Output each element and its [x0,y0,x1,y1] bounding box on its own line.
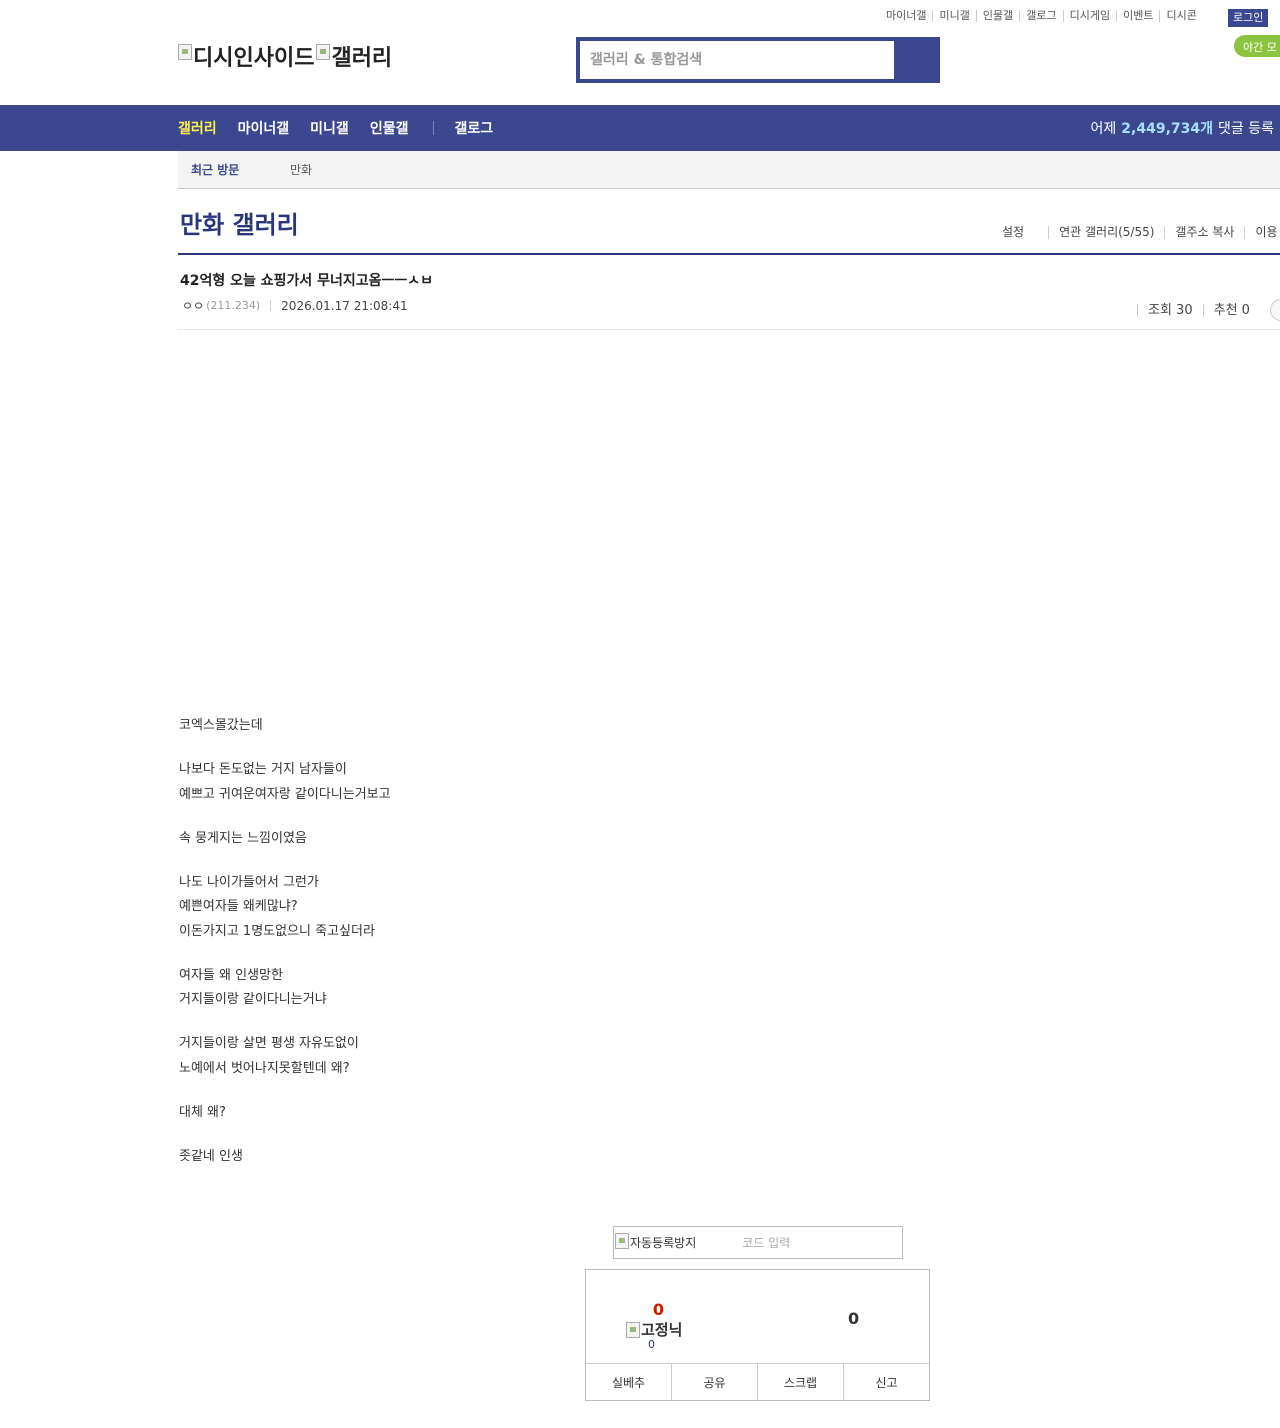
captcha-image-alt: 자동등록방지 [630,1236,697,1250]
post-title: 42억형 오늘 쇼핑가서 무너지고옴ㅡㅡㅅㅂ [180,273,434,289]
night-mode-toggle[interactable]: 야간 모 [1234,35,1280,57]
broken-image-icon [178,44,192,60]
recommend-box: 0 고정닉 0 0 실베추 공유 스크랩 신고 [585,1269,930,1401]
top-link-event[interactable]: 이벤트 [1117,10,1161,22]
post-line: 노예에서 벗어나지못할텐데 왜? [179,1060,350,1076]
best-recommend-button[interactable]: 실베추 [586,1364,672,1400]
site-logo[interactable]: 디시인사이드 갤러리 [178,40,392,72]
nav-gallery[interactable]: 갤러리 [178,118,217,138]
recent-visit-item[interactable]: 만화 [290,161,312,178]
post-options-button[interactable] [1269,299,1280,321]
broken-image-icon [626,1321,640,1338]
nav-divider [433,121,435,135]
gallery-menu: 설정 연관 갤러리(5/55) 갤주소 복사 이용 [1000,226,1280,239]
comment-stat-suffix: 댓글 등록 [1218,121,1274,137]
nav-person-gallery[interactable]: 인물갤 [370,118,409,138]
post-paragraph: 나보다 돈도없는 거지 남자들이 예쁘고 귀여운여자랑 같이다니는거보고 [179,758,391,807]
search-button[interactable] [894,41,936,79]
post-paragraph: 좃같네 인생 [179,1145,391,1170]
report-button[interactable]: 신고 [844,1364,929,1400]
top-link-mini-gallery[interactable]: 미니갤 [933,10,977,22]
post-paragraph: 코엑스몰갔는데 [179,714,391,739]
gallery-settings-link[interactable]: 설정 [1000,226,1048,239]
post-line: 속 뭉게지는 느낌이였음 [179,830,307,846]
captcha-image[interactable]: 자동등록방지 [615,1232,697,1251]
post-author[interactable]: ㅇㅇ [182,297,204,314]
fixed-nick-recommend-button[interactable]: 고정닉 [626,1319,682,1340]
meta-divider [270,300,272,311]
title-divider [178,253,1280,255]
copy-gallery-url-link[interactable]: 갤주소 복사 [1164,226,1244,239]
comment-stat-count: 2,449,734개 [1121,121,1214,137]
post-recommends: 추천 0 [1202,303,1260,317]
post-stats: 조회 30 추천 0 [1137,299,1280,321]
captcha-code-input[interactable] [742,1228,863,1257]
comment-stat-prefix: 어제 [1090,121,1117,137]
top-link-person-gallery[interactable]: 인물갤 [977,10,1021,22]
fixed-nick-label: 고정닉 [641,1321,683,1339]
top-utility-links: 마이너갤 미니갤 인물갤 갤로그 디시게임 이벤트 디시콘 [880,10,1203,22]
post-line: 거지들이랑 같이다니는거냐 [179,992,327,1007]
scrap-button[interactable]: 스크랩 [758,1364,844,1400]
related-gallery-link[interactable]: 연관 갤러리(5/55) [1048,226,1164,239]
post-paragraph: 대체 왜? [179,1101,391,1126]
recent-visit-bar: 최근 방문 만화 [178,151,1280,189]
post-paragraph: 속 뭉게지는 느낌이였음 [179,827,391,852]
comment-stat: 어제 2,449,734개 댓글 등록 [1091,105,1274,151]
gallery-logo[interactable]: 갤러리 [316,40,392,72]
search-box [576,37,940,83]
post-line: 좃같네 인생 [179,1148,243,1164]
post-line: 거지들이랑 살면 평생 자유도없이 [179,1036,359,1051]
captcha-box: 자동등록방지 [613,1226,903,1259]
post-line: 나도 나이가들어서 그런가 [179,874,319,890]
post-paragraph: 여자들 왜 인생망한 거지들이랑 같이다니는거냐 [179,964,391,1013]
recommend-up-count: 0 [652,1300,665,1319]
post-body: 코엑스몰갔는데 나보다 돈도없는 거지 남자들이 예쁘고 귀여운여자랑 같이다니… [179,714,391,1189]
search-input[interactable] [580,41,894,79]
post-views: 조회 30 [1137,303,1203,317]
dcinside-logo[interactable]: 디시인사이드 [178,40,314,72]
post-line: 여자들 왜 인생망한 [179,967,283,983]
recent-visit-label[interactable]: 최근 방문 [191,161,290,178]
usage-link[interactable]: 이용 [1244,226,1280,239]
nav-gallog[interactable]: 갤로그 [454,118,493,138]
broken-image-icon [316,44,331,60]
post-paragraph: 나도 나이가들어서 그런가 예쁜여자들 왜케많냐? 이돈가지고 1명도없으니 죽… [179,871,391,945]
post-header-divider [178,329,1280,330]
post-date: 2026.01.17 21:08:41 [281,298,408,313]
fixed-nick-count: 0 [648,1338,655,1351]
nav-mini-gallery[interactable]: 미니갤 [310,118,349,138]
post-author-ip: (211.234) [206,299,261,312]
post-actions: 실베추 공유 스크랩 신고 [586,1363,929,1400]
post-line: 대체 왜? [179,1104,226,1120]
post-line: 예쁘고 귀여운여자랑 같이다니는거보고 [179,786,391,802]
top-link-dc-game[interactable]: 디시게임 [1064,10,1118,22]
gallery-title[interactable]: 만화 갤러리 [180,205,299,240]
post-paragraph: 거지들이랑 살면 평생 자유도없이 노예에서 벗어나지못할텐데 왜? [179,1032,391,1081]
top-link-minor-gallery[interactable]: 마이너갤 [880,10,934,22]
top-link-gallog[interactable]: 갤로그 [1020,10,1064,22]
logo-alt-text: 디시인사이드 [193,46,315,71]
broken-image-icon [615,1232,629,1249]
recommend-down-count: 0 [848,1309,860,1328]
share-button[interactable]: 공유 [672,1364,758,1400]
post-line: 나보다 돈도없는 거지 남자들이 [179,762,347,777]
post-line: 코엑스몰갔는데 [179,718,263,733]
post-meta: ㅇㅇ (211.234) 2026.01.17 21:08:41 [182,297,408,314]
gallery-logo-alt-text: 갤러리 [331,46,393,71]
post-line: 예쁜여자들 왜케많냐? [179,899,298,914]
main-nav: 갤러리 마이너갤 미니갤 인물갤 갤로그 [178,105,514,151]
main-nav-bar: 갤러리 마이너갤 미니갤 인물갤 갤로그 어제 2,449,734개 댓글 등록 [0,105,1280,151]
login-button[interactable]: 로그인 [1228,9,1269,27]
post-line: 이돈가지고 1명도없으니 죽고싶더라 [179,923,375,939]
top-link-dccon[interactable]: 디시콘 [1160,10,1202,22]
nav-minor-gallery[interactable]: 마이너갤 [238,118,290,138]
